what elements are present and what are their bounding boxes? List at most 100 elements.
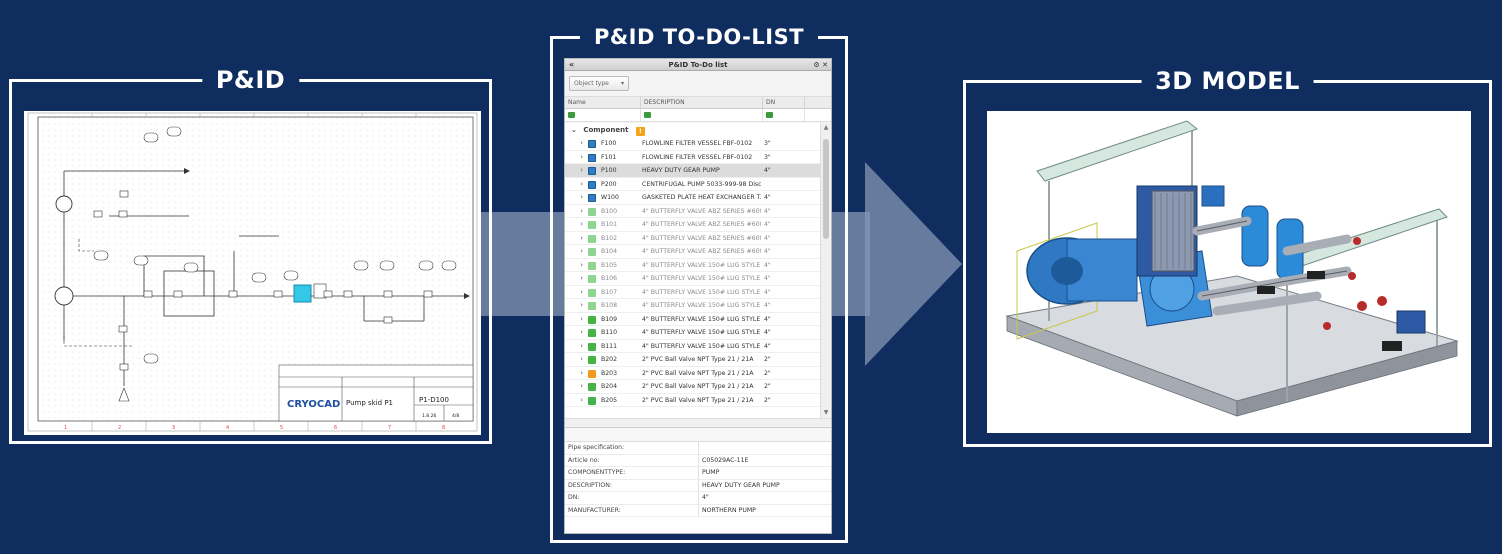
status-icon: [587, 353, 599, 366]
collapse-icon[interactable]: «: [569, 59, 574, 71]
list-item[interactable]: › B204 2" PVC Ball Valve NPT Type 21 / 21A…: [565, 380, 820, 394]
item-dn: 4": [764, 261, 771, 269]
filter-cell-dn[interactable]: [763, 109, 805, 121]
todo-panel-title: P&ID TO-DO-LIST: [579, 21, 819, 53]
property-value[interactable]: C05029AC-11E: [699, 455, 748, 467]
filter-cell-description[interactable]: [641, 109, 763, 121]
item-name: B203: [601, 369, 618, 377]
pid-drawing: 1 2 3 4 5 6 7 8 CRYOCAD Pump skid P1 P1-…: [24, 111, 481, 435]
item-name: F101: [601, 153, 617, 161]
column-header-description[interactable]: DESCRIPTION: [641, 97, 763, 108]
item-description: 4" BUTTERFLY VALVE 150# LUG STYLE: [642, 288, 761, 296]
list-item[interactable]: › B102 4" BUTTERFLY VALVE ABZ SERIES #600 4…: [565, 232, 820, 245]
chevron-right-icon[interactable]: ›: [565, 151, 587, 164]
property-value[interactable]: HEAVY DUTY GEAR PUMP: [699, 480, 780, 492]
list-item[interactable]: › B100 4" BUTTERFLY VALVE ABZ SERIES #600 4…: [565, 205, 820, 218]
group-row-component[interactable]: ⌄ Component !: [565, 123, 820, 137]
chevron-right-icon[interactable]: ›: [565, 137, 587, 150]
status-icon: [587, 286, 599, 299]
property-list: Pipe specification: Article no: C05029AC-1…: [565, 442, 831, 517]
property-key: MANUFACTURER:: [565, 504, 699, 516]
item-description: 2" PVC Ball Valve NPT Type 21 / 21A: [642, 369, 754, 377]
item-dn: 4": [764, 275, 771, 282]
list-item[interactable]: › B203 2" PVC Ball Valve NPT Type 21 / 21A…: [565, 367, 820, 380]
item-name: B102: [601, 234, 618, 242]
item-name: B105: [601, 261, 618, 269]
filter-row: [565, 109, 831, 122]
property-key: DN:: [565, 492, 699, 504]
list-item[interactable]: › P200 CENTRIFUGAL PUMP 5033-999-98 Disc..…: [565, 178, 820, 191]
item-dn: 2": [764, 356, 771, 363]
list-item[interactable]: › B105 4" BUTTERFLY VALVE 150# LUG STYLE 4": [565, 259, 820, 272]
column-header-dn[interactable]: DN: [763, 97, 805, 108]
property-key: DESCRIPTION:: [565, 479, 699, 491]
chevron-right-icon[interactable]: ›: [565, 191, 587, 204]
filter-cell-name[interactable]: [565, 109, 641, 121]
item-name: B111: [601, 342, 618, 350]
item-description: 4" BUTTERFLY VALVE ABZ SERIES #600: [642, 248, 761, 255]
list-item[interactable]: › B107 4" BUTTERFLY VALVE 150# LUG STYLE 4": [565, 286, 820, 299]
list-item[interactable]: › B111 4" BUTTERFLY VALVE 150# LUG STYLE 4": [565, 340, 820, 353]
chevron-right-icon[interactable]: ›: [565, 178, 587, 191]
vertical-scrollbar[interactable]: ▲ ▼: [820, 123, 830, 418]
list-item[interactable]: › F101 FLOWLINE FILTER VESSEL FBF-0102 3": [565, 151, 820, 164]
list-item[interactable]: › B104 4" BUTTERFLY VALVE ABZ SERIES #600 4…: [565, 245, 820, 259]
model-viewport[interactable]: [987, 111, 1471, 433]
properties-header: [565, 428, 831, 442]
object-type-select[interactable]: Object type ▾: [569, 76, 629, 91]
item-dn: 4": [764, 342, 771, 350]
item-dn: 2": [764, 383, 771, 390]
chevron-right-icon[interactable]: ›: [565, 326, 587, 339]
property-value[interactable]: [699, 442, 702, 454]
item-name: B104: [601, 248, 618, 255]
scroll-down-icon[interactable]: ▼: [821, 408, 831, 418]
property-value[interactable]: 4": [699, 492, 709, 504]
scroll-up-icon[interactable]: ▲: [821, 123, 831, 133]
list-item[interactable]: › B101 4" BUTTERFLY VALVE ABZ SERIES #600 4…: [565, 218, 820, 232]
chevron-right-icon[interactable]: ›: [565, 286, 587, 299]
chevron-right-icon[interactable]: ›: [565, 164, 587, 177]
list-item[interactable]: › W100 GASKETED PLATE HEAT EXCHANGER T... 4…: [565, 191, 820, 205]
item-description: 4" BUTTERFLY VALVE 150# LUG STYLE: [642, 329, 761, 336]
chevron-down-icon[interactable]: ⌄: [571, 126, 577, 134]
list-item[interactable]: › F100 FLOWLINE FILTER VESSEL FBF-0102 3": [565, 137, 820, 151]
chevron-right-icon[interactable]: ›: [565, 367, 587, 380]
list-item[interactable]: › B205 2" PVC Ball Valve NPT Type 21 / 21A…: [565, 394, 820, 407]
chevron-right-icon[interactable]: ›: [565, 259, 587, 272]
list-item[interactable]: › B109 4" BUTTERFLY VALVE 150# LUG STYLE 4": [565, 313, 820, 326]
item-name: B109: [601, 315, 618, 323]
status-icon: [587, 367, 599, 380]
item-description: GASKETED PLATE HEAT EXCHANGER T...: [642, 194, 761, 201]
chevron-right-icon[interactable]: ›: [565, 380, 587, 393]
horizontal-scrollbar[interactable]: [565, 418, 831, 426]
chevron-right-icon[interactable]: ›: [565, 340, 587, 353]
list-item[interactable]: › B106 4" BUTTERFLY VALVE 150# LUG STYLE 4": [565, 272, 820, 286]
column-header-name[interactable]: Name: [565, 97, 641, 108]
status-icon: [587, 178, 599, 191]
chevron-right-icon[interactable]: ›: [565, 299, 587, 312]
chevron-right-icon[interactable]: ›: [565, 245, 587, 258]
item-name: B108: [601, 302, 618, 309]
chevron-right-icon[interactable]: ›: [565, 205, 587, 218]
column-marker: 1: [64, 425, 67, 431]
list-item[interactable]: › P100 HEAVY DUTY GEAR PUMP 4": [565, 164, 820, 178]
property-row: DN: 4": [565, 492, 831, 505]
item-description: 4" BUTTERFLY VALVE 150# LUG STYLE: [642, 342, 761, 350]
list-item[interactable]: › B110 4" BUTTERFLY VALVE 150# LUG STYLE 4": [565, 326, 820, 340]
item-name: W100: [601, 194, 619, 201]
chevron-right-icon[interactable]: ›: [565, 272, 587, 285]
chevron-right-icon[interactable]: ›: [565, 394, 587, 407]
chevron-right-icon[interactable]: ›: [565, 232, 587, 245]
property-key: COMPONENTTYPE:: [565, 467, 699, 479]
scroll-thumb[interactable]: [823, 139, 829, 239]
chevron-right-icon[interactable]: ›: [565, 218, 587, 231]
property-value[interactable]: NORTHERN PUMP: [699, 505, 756, 517]
chevron-right-icon[interactable]: ›: [565, 353, 587, 366]
item-name: F100: [601, 140, 617, 147]
pin-icon[interactable]: ⚙ ✕: [813, 59, 828, 71]
property-value[interactable]: PUMP: [699, 467, 719, 479]
chevron-right-icon[interactable]: ›: [565, 313, 587, 326]
list-item[interactable]: › B108 4" BUTTERFLY VALVE 150# LUG STYLE 4": [565, 299, 820, 313]
property-row: Pipe specification:: [565, 442, 831, 455]
list-item[interactable]: › B202 2" PVC Ball Valve NPT Type 21 / 21A…: [565, 353, 820, 367]
